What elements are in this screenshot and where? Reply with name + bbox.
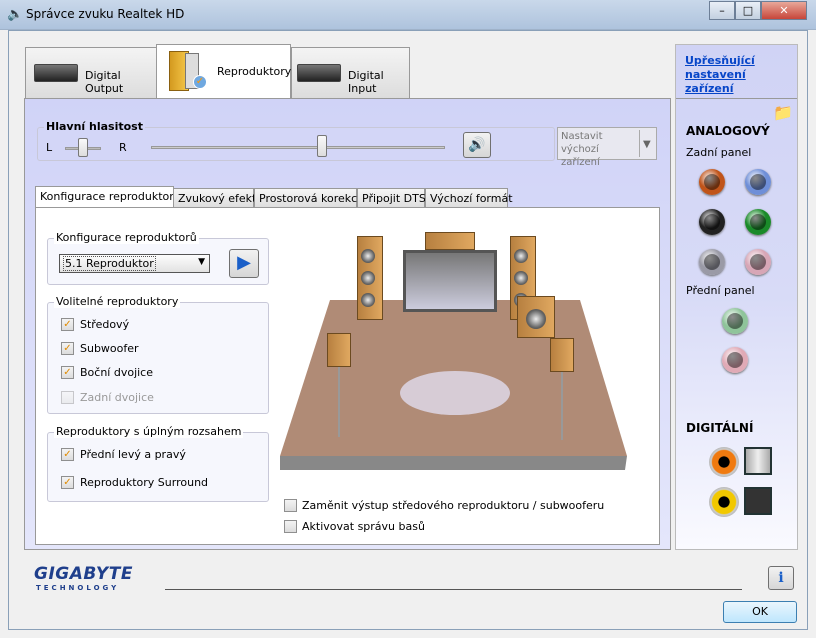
right-label: R — [119, 141, 127, 154]
speaker-room-illustration — [275, 228, 635, 473]
optical-in-jack-icon[interactable] — [744, 487, 772, 515]
play-icon: ▶ — [237, 252, 251, 273]
fullrange-speakers-group: Reproduktory s úplným rozsahem ✓ Přední l… — [47, 425, 269, 502]
front-jack-pink[interactable] — [722, 347, 748, 373]
rear-jack-orange[interactable] — [699, 169, 725, 195]
balance-slider-thumb[interactable] — [78, 138, 88, 157]
title-bar: 🔈 Správce zvuku Realtek HD – □ ✕ — [0, 0, 816, 30]
tab-label: Digital Output — [85, 69, 124, 95]
maximize-button[interactable]: □ — [735, 1, 761, 20]
checkbox-label: Aktivovat správu basů — [302, 520, 425, 533]
default-device-dropdown[interactable]: Nastavit výchozí zařízení ▼ — [557, 127, 657, 168]
footer-divider — [165, 589, 742, 590]
tab-digital-output[interactable]: Digital Output — [25, 47, 157, 99]
volume-slider-thumb[interactable] — [316, 135, 327, 157]
rear-panel-label: Zadní panel — [686, 146, 752, 159]
tv-icon — [403, 250, 497, 312]
front-jack-green[interactable] — [722, 308, 748, 334]
group-label: Konfigurace reproduktorů — [54, 231, 199, 244]
speaker-config-select[interactable]: 5.1 Reproduktor ▼ — [59, 254, 210, 273]
rear-jack-green[interactable] — [745, 209, 771, 235]
rear-jack-black[interactable] — [699, 209, 725, 235]
close-button[interactable]: ✕ — [761, 1, 807, 20]
side-right-speaker-icon — [550, 338, 574, 372]
center-speaker-icon — [425, 232, 475, 250]
tab-reproduktory[interactable]: ✓ Reproduktory — [156, 44, 291, 100]
digital-device-icon — [297, 64, 341, 82]
group-label: Volitelné reproduktory — [54, 295, 181, 308]
window-title: Správce zvuku Realtek HD — [26, 7, 185, 21]
dropdown-label: Nastavit výchozí zařízení — [561, 131, 603, 168]
minimize-button[interactable]: – — [709, 1, 735, 20]
subtab-default-format[interactable]: Výchozí formát — [425, 188, 513, 208]
left-label: L — [46, 141, 53, 154]
tab-label: Digital Input — [348, 69, 384, 95]
digital-heading: DIGITÁLNÍ — [686, 421, 754, 435]
connector-panel: Upřesňující nastavení zařízení 📁 ANALOGO… — [675, 44, 798, 550]
speaker-icon: 🔊 — [468, 137, 486, 153]
logo-subtitle: TECHNOLOGY — [36, 584, 120, 592]
subtab-sound-effect[interactable]: Zvukový efekt — [173, 188, 256, 208]
subtab-connect-dts[interactable]: Připojit DTS — [357, 188, 426, 208]
analog-heading: ANALOGOVÝ — [686, 124, 770, 138]
checkbox-label: Zadní dvojice — [80, 391, 154, 404]
checkbox-label: Reproduktory Surround — [80, 476, 209, 489]
group-label: Reproduktory s úplným rozsahem — [54, 425, 244, 438]
speaker-app-icon: 🔈 — [7, 7, 24, 22]
tab-digital-input[interactable]: Digital Input — [291, 47, 410, 99]
subtab-speaker-config[interactable]: Konfigurace reproduktorů — [35, 186, 181, 208]
optical-out-jack-icon[interactable] — [744, 447, 772, 475]
side-left-speaker-icon — [327, 333, 351, 367]
folder-icon[interactable]: 📁 — [773, 103, 793, 122]
coaxial-in-jack-icon[interactable] — [709, 487, 739, 517]
volume-track[interactable] — [151, 146, 445, 149]
gigabyte-logo: GIGABYTE — [34, 564, 133, 584]
rear-jack-gray[interactable] — [699, 249, 725, 275]
checkbox-label: Přední levý a pravý — [80, 448, 186, 461]
master-volume-group: Hlavní hlasitost L R 🔊 — [37, 120, 555, 161]
ok-button[interactable]: OK — [723, 601, 797, 623]
group-label: Hlavní hlasitost — [44, 120, 145, 133]
advanced-settings-link[interactable]: Upřesňující nastavení zařízení — [685, 54, 795, 96]
play-test-button[interactable]: ▶ — [229, 249, 259, 278]
tab-label: Reproduktory — [217, 65, 292, 78]
select-value: 5.1 Reproduktor — [63, 256, 156, 271]
mute-speaker-button[interactable]: 🔊 — [463, 132, 491, 158]
checkbox-label: Zaměnit výstup středového reproduktoru /… — [302, 499, 605, 512]
coaxial-out-jack-icon[interactable] — [709, 447, 739, 477]
subwoofer-icon — [517, 296, 555, 338]
digital-device-icon — [34, 64, 78, 82]
front-panel-label: Přední panel — [686, 284, 755, 297]
checkbox-label: Středový — [80, 318, 130, 331]
speaker-config-group: Konfigurace reproduktorů 5.1 Reproduktor… — [47, 231, 269, 285]
info-button[interactable]: i — [768, 566, 794, 590]
optional-speakers-group: Volitelné reproduktory ✓ Středový ✓ Subwoo… — [47, 295, 269, 414]
chevron-down-icon: ▼ — [639, 130, 654, 157]
rear-jack-blue[interactable] — [745, 169, 771, 195]
check-badge-icon: ✓ — [193, 75, 207, 89]
front-left-speaker-icon — [357, 236, 383, 320]
rear-jack-pink[interactable] — [745, 249, 771, 275]
chevron-down-icon: ▼ — [198, 257, 205, 267]
checkbox-label: Subwoofer — [80, 342, 139, 355]
subtab-room-correction[interactable]: Prostorová korekce — [254, 188, 364, 208]
checkbox-label: Boční dvojice — [80, 366, 153, 379]
